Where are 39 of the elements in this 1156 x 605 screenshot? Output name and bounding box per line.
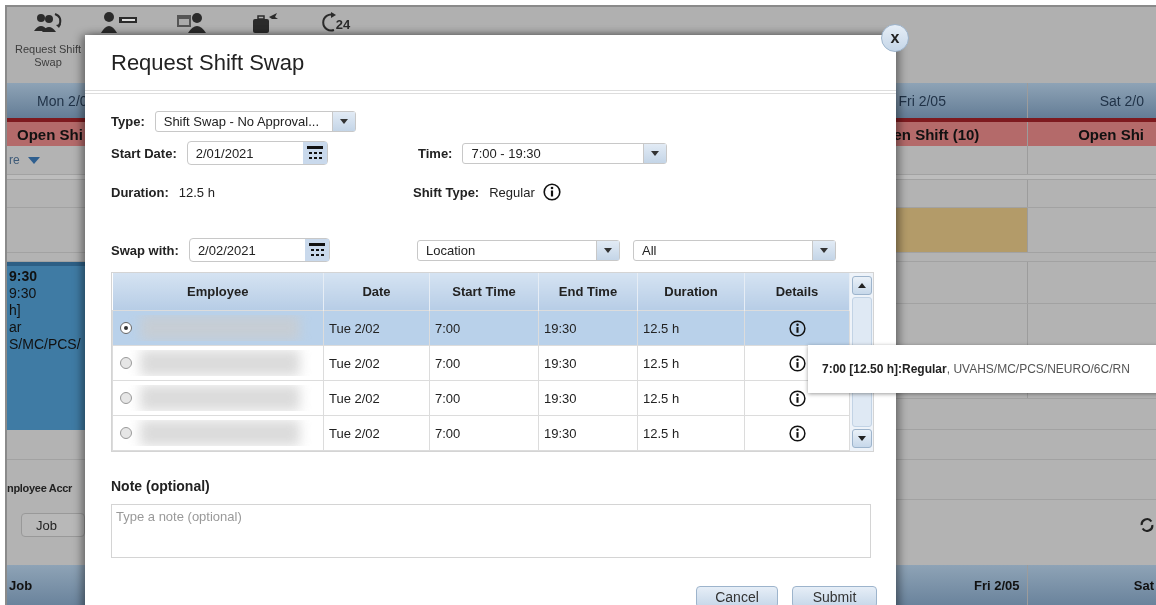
field-label: Type:	[111, 113, 145, 129]
section-heading: nployee Accr	[7, 482, 73, 494]
table-cell: 12.5 h	[637, 380, 745, 416]
table-cell: 7:00	[429, 310, 539, 346]
hours-label: 24	[335, 16, 351, 32]
table-cell: Tue 2/02	[323, 310, 430, 346]
column-header: Job	[8, 577, 33, 593]
column-header: Sat	[1132, 577, 1155, 593]
table-cell: 19:30	[538, 310, 638, 346]
open-shift-label: Open Shi	[1077, 125, 1145, 143]
shift-detail: h]	[9, 302, 22, 319]
field-label: Start Date:	[111, 145, 177, 161]
table-cell: 12.5 h	[637, 415, 745, 451]
shift-detail: ar	[9, 319, 23, 336]
field-label: Duration:	[111, 184, 169, 200]
shift-type-value: Regular	[489, 184, 535, 200]
table-cell: 7:00	[429, 345, 539, 381]
table-cell: 19:30	[538, 345, 638, 381]
table-cell: Tue 2/02	[323, 415, 430, 451]
duration-value: 12.5 h	[178, 184, 215, 200]
table-cell: 19:30	[538, 380, 638, 416]
table-cell: 7:00	[429, 415, 539, 451]
table-cell: Tue 2/02	[323, 345, 430, 381]
table-cell: 12.5 h	[637, 310, 745, 346]
dialog-title: Request Shift Swap	[111, 49, 305, 76]
table-cell: Tue 2/02	[323, 380, 430, 416]
field-label: Time:	[418, 145, 453, 161]
shift-detail: 9:30	[9, 285, 38, 302]
note-label: Note (optional)	[111, 478, 211, 494]
tooltip-text: 7:00 [12.50 h]:Regular, UVAHS/MC/PCS/NEURO/6C/RN	[822, 362, 1130, 376]
shift-time: 9:30	[9, 268, 39, 285]
table-cell: 19:30	[538, 415, 638, 451]
day-header: Sat 2/0	[1098, 92, 1145, 109]
table-cell: 7:00	[429, 380, 539, 416]
open-shift-label: Open Shi	[16, 125, 83, 143]
field-label: Swap with:	[111, 242, 179, 258]
shift-detail: S/MC/PCS/	[9, 336, 82, 353]
table-cell: 12.5 h	[637, 345, 745, 381]
field-label: Shift Type:	[413, 184, 480, 200]
